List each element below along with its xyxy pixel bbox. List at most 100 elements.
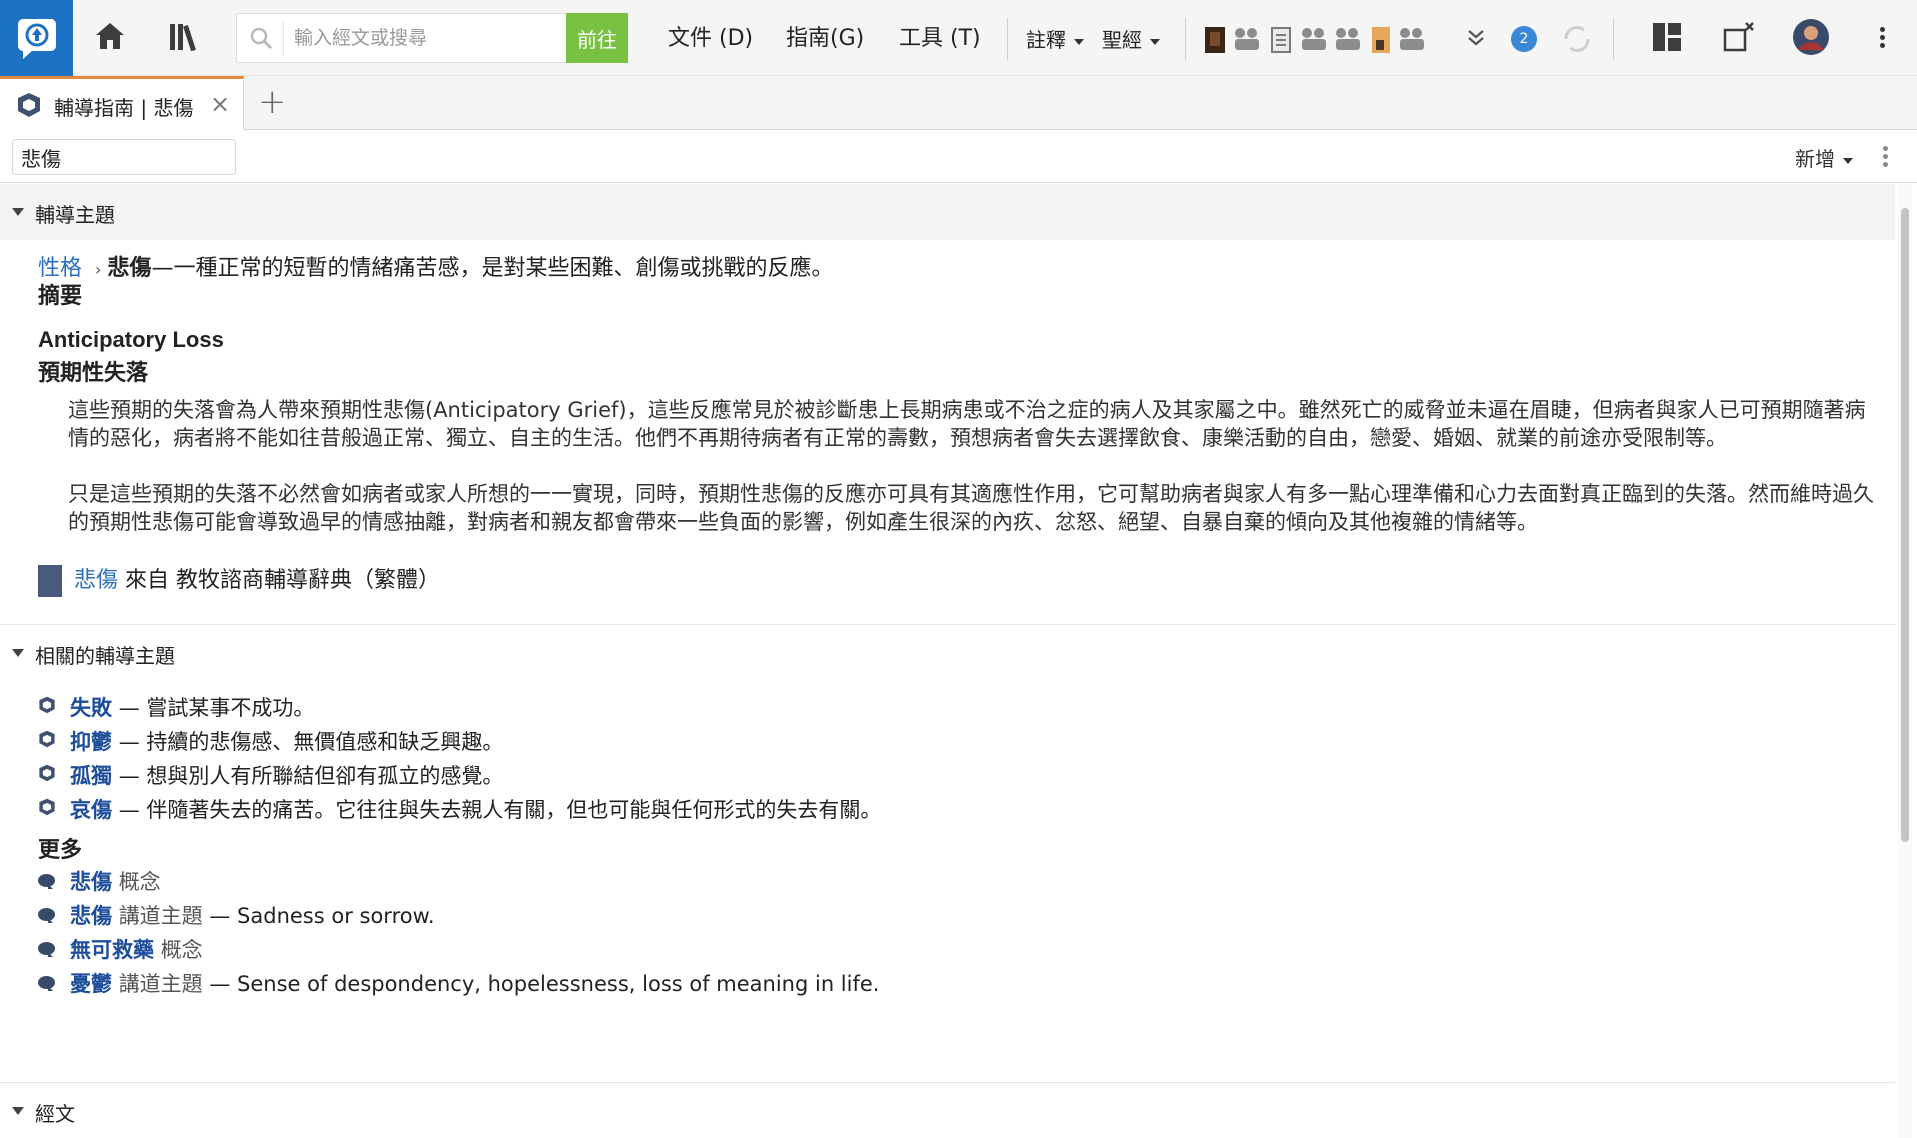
- app-logo-icon: [17, 19, 56, 59]
- topic-term: 悲傷: [107, 256, 152, 281]
- counseling-guide-icon: [39, 798, 55, 816]
- subheading-english: Anticipatory Loss: [38, 327, 224, 352]
- speech-bubble-icon: [38, 908, 55, 923]
- related-topic-term[interactable]: 孤獨: [70, 764, 112, 788]
- more-item[interactable]: 悲傷 概念: [38, 866, 161, 896]
- resource-placeholder-icon[interactable]: [1398, 26, 1426, 56]
- more-item-kind: 概念: [160, 938, 203, 962]
- toolbar-divider: [1185, 18, 1186, 60]
- section-title: 經文: [35, 1102, 75, 1126]
- avatar[interactable]: [1792, 18, 1830, 56]
- add-button[interactable]: 新增: [1795, 143, 1853, 172]
- more-item-term[interactable]: 憂鬱: [70, 972, 112, 996]
- scrollbar-thumb[interactable]: [1901, 208, 1909, 842]
- breadcrumb-separator: ›: [95, 260, 102, 279]
- section-counseling-topics[interactable]: 輔導主題: [0, 184, 1895, 240]
- related-topic-term[interactable]: 失敗: [70, 696, 112, 720]
- counseling-guide-icon: [16, 92, 42, 122]
- counseling-guide-icon: [39, 730, 55, 748]
- menu-notes[interactable]: 註釋: [1026, 24, 1084, 53]
- more-item-kind: 講道主題: [118, 972, 203, 996]
- sync-icon[interactable]: [1560, 22, 1594, 56]
- related-topic-item[interactable]: 抑鬱 — 持續的悲傷感、無價值感和缺乏興趣。: [38, 726, 503, 756]
- more-item-term[interactable]: 悲傷: [70, 870, 112, 894]
- menu-documents[interactable]: 文件 (D): [668, 20, 753, 52]
- more-item-kind: 概念: [118, 870, 161, 894]
- source-term-link[interactable]: 悲傷: [74, 568, 118, 593]
- source-text: 來自 教牧諮商輔導辭典（繁體）: [125, 568, 441, 593]
- article-paragraph: 只是這些預期的失落不必然會如病者或家人所想的一一實現，同時，預期性悲傷的反應亦可…: [68, 482, 1874, 534]
- resource-book-icon[interactable]: [1204, 26, 1226, 58]
- collapse-triangle-icon: [12, 1107, 24, 1115]
- tab-counseling-guide[interactable]: 輔導指南 | 悲傷 ×: [0, 76, 244, 130]
- related-topic-item[interactable]: 孤獨 — 想與別人有所聯結但卻有孤立的感覺。: [38, 760, 503, 790]
- resource-placeholder-icon[interactable]: [1300, 26, 1328, 56]
- library-icon[interactable]: [168, 20, 204, 52]
- section-title: 相關的輔導主題: [35, 644, 175, 668]
- main-toolbar: 前往 文件 (D) 指南(G) 工具 (T) 註釋 聖經 2: [0, 0, 1917, 76]
- related-topic-term[interactable]: 哀傷: [70, 798, 112, 822]
- close-icon[interactable]: ×: [210, 90, 230, 118]
- topic-definition: —一種正常的短暫的情緒痛苦感，是對某些困難、創傷或挑戰的反應。: [151, 256, 834, 281]
- menu-guides[interactable]: 指南(G): [786, 20, 864, 52]
- notification-badge[interactable]: 2: [1511, 26, 1537, 52]
- subheading-chinese: 預期性失落: [38, 361, 149, 386]
- resource-cover-icon[interactable]: [1371, 26, 1391, 58]
- open-window-icon[interactable]: [1722, 20, 1756, 54]
- more-item[interactable]: 悲傷 講道主題 — Sadness or sorrow.: [38, 900, 435, 930]
- more-item-term[interactable]: 悲傷: [70, 904, 112, 928]
- topic-input[interactable]: [12, 139, 236, 175]
- counseling-guide-icon: [39, 764, 55, 782]
- related-topic-item[interactable]: 哀傷 — 伴隨著失去的痛苦。它往往與失去親人有關，但也可能與任何形式的失去有關。: [38, 794, 881, 824]
- resource-placeholder-icon[interactable]: [1334, 26, 1362, 56]
- home-icon[interactable]: [94, 20, 126, 52]
- speech-bubble-icon: [38, 874, 55, 889]
- more-item[interactable]: 憂鬱 講道主題 — Sense of despondency, hopeless…: [38, 968, 879, 998]
- tab-label: 輔導指南 | 悲傷: [54, 96, 194, 120]
- search-input[interactable]: [292, 22, 562, 54]
- more-item[interactable]: 無可救藥 概念: [38, 934, 203, 964]
- related-topic-desc: — 持續的悲傷感、無價值感和缺乏興趣。: [118, 730, 504, 754]
- counseling-guide-icon: [39, 696, 55, 714]
- speech-bubble-icon: [38, 942, 55, 957]
- section-related-topics[interactable]: 相關的輔導主題: [0, 624, 1895, 680]
- layout-icon[interactable]: [1652, 22, 1682, 52]
- menu-bible[interactable]: 聖經: [1102, 24, 1160, 53]
- more-item-desc: — Sense of despondency, hopelessness, lo…: [209, 972, 880, 996]
- guide-content: 輔導主題 性格 › 悲傷—一種正常的短暫的情緒痛苦感，是對某些困難、創傷或挑戰的反…: [0, 184, 1895, 1138]
- menu-tools[interactable]: 工具 (T): [899, 20, 981, 52]
- toolbar-divider: [1007, 18, 1008, 60]
- collapse-triangle-icon: [12, 649, 24, 657]
- more-resources-icon[interactable]: [1466, 28, 1486, 48]
- panel-menu-icon[interactable]: [1883, 143, 1889, 170]
- add-button-label: 新增: [1795, 147, 1835, 171]
- related-topic-desc: — 嘗試某事不成功。: [118, 696, 315, 720]
- more-item-term[interactable]: 無可救藥: [70, 938, 154, 962]
- document-icon[interactable]: [1270, 26, 1292, 58]
- collapse-triangle-icon: [12, 208, 24, 216]
- related-topic-term[interactable]: 抑鬱: [70, 730, 112, 754]
- resource-placeholder-icon[interactable]: [1233, 26, 1261, 56]
- menu-notes-label: 註釋: [1026, 28, 1066, 52]
- more-item-desc: — Sadness or sorrow.: [209, 904, 435, 928]
- speech-bubble-icon: [38, 976, 55, 991]
- article-paragraph: 這些預期的失落會為人帶來預期性悲傷(Anticipatory Grief)，這些…: [68, 398, 1866, 450]
- section-title: 輔導主題: [35, 203, 115, 227]
- chevron-down-icon: [1074, 38, 1084, 45]
- go-button[interactable]: 前往: [566, 13, 628, 63]
- search-icon: [249, 26, 273, 54]
- related-topic-item[interactable]: 失敗 — 嘗試某事不成功。: [38, 692, 314, 722]
- tab-bar: 輔導指南 | 悲傷 × +: [0, 76, 1917, 130]
- chevron-down-icon: [1150, 38, 1160, 45]
- app-logo-button[interactable]: [0, 0, 73, 76]
- related-topic-desc: — 伴隨著失去的痛苦。它往往與失去親人有關，但也可能與任何形式的失去有關。: [118, 798, 882, 822]
- chevron-down-icon: [1843, 157, 1853, 164]
- more-heading: 更多: [38, 838, 83, 863]
- source-line: 悲傷 來自 教牧諮商輔導辭典（繁體）: [38, 562, 440, 597]
- related-topic-desc: — 想與別人有所聯結但卻有孤立的感覺。: [118, 764, 504, 788]
- section-scripture[interactable]: 經文: [0, 1082, 1895, 1138]
- add-tab-button[interactable]: +: [258, 82, 287, 122]
- more-options-icon[interactable]: [1880, 24, 1885, 51]
- topic-definition-line: 性格 › 悲傷—一種正常的短暫的情緒痛苦感，是對某些困難、創傷或挑戰的反應。: [38, 250, 833, 282]
- book-icon: [38, 565, 62, 597]
